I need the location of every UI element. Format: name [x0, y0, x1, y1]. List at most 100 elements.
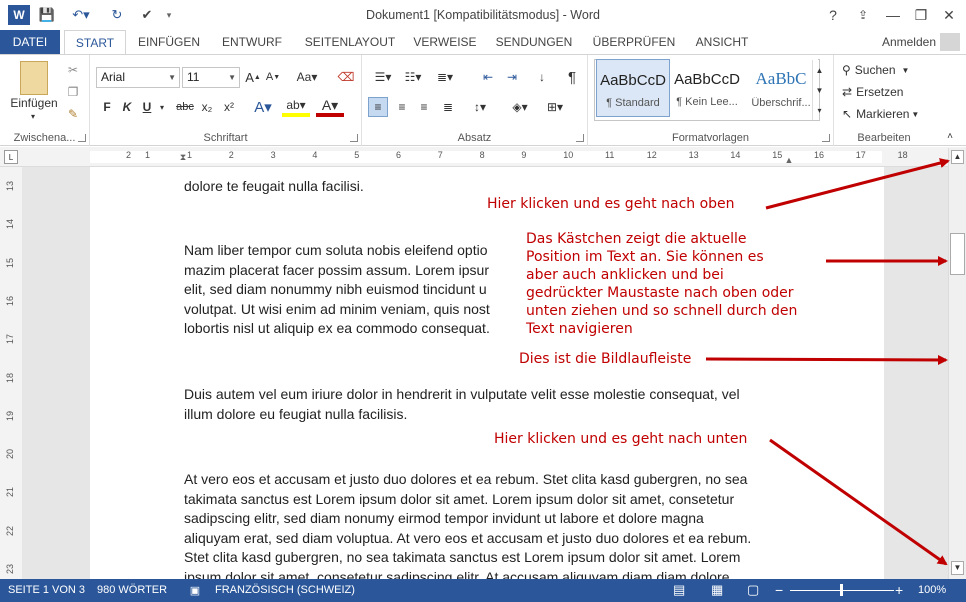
zoom-out-button[interactable]: −	[775, 582, 783, 598]
tab-ansicht[interactable]: ANSICHT	[688, 30, 756, 54]
sort-icon[interactable]: ↓	[532, 67, 552, 87]
show-formatting-marks-icon[interactable]: ¶	[562, 67, 582, 87]
styles-scroll-down-icon[interactable]: ▼	[812, 80, 826, 100]
right-indent-marker-icon[interactable]: ▲	[784, 155, 794, 165]
document-text-line[interactable]: Nam liber tempor cum soluta nobis eleife…	[184, 241, 488, 261]
shrink-font-icon[interactable]: A ▼	[264, 67, 282, 87]
vertical-scrollbar[interactable]: ▲ ▼	[948, 148, 966, 579]
replace-button[interactable]: ⇄ Ersetzen	[842, 83, 928, 101]
document-text-line[interactable]: At vero eos et accusam et justo duo dolo…	[184, 470, 747, 490]
document-text-line[interactable]: sadipscing elitr, sed diam nonumy eirmod…	[184, 509, 704, 529]
font-size-combo[interactable]: 11 ▼	[182, 67, 240, 88]
document-text-line[interactable]: volutpat. Ut wisi enim ad minim veniam, …	[184, 300, 490, 320]
align-right-icon[interactable]: ≡	[414, 97, 434, 117]
tab-seitenlayout[interactable]: SEITENLAYOUT	[298, 30, 402, 54]
increase-indent-icon[interactable]: ⇥	[502, 67, 522, 87]
font-launcher-icon[interactable]	[350, 134, 358, 142]
decrease-indent-icon[interactable]: ⇤	[478, 67, 498, 87]
tab-sendungen[interactable]: SENDUNGEN	[490, 30, 578, 54]
tab-ueberpruefen[interactable]: ÜBERPRÜFEN	[588, 30, 680, 54]
numbering-icon[interactable]: ☷▾	[400, 67, 426, 87]
zoom-level[interactable]: 100%	[918, 584, 946, 596]
paste-button[interactable]: Einfügen	[8, 95, 60, 111]
format-painter-icon[interactable]: ✎	[64, 105, 82, 123]
word-count[interactable]: 980 WÖRTER	[97, 584, 167, 596]
bold-button[interactable]: F	[98, 97, 116, 117]
borders-icon[interactable]: ⊞▾	[540, 97, 570, 117]
underline-button[interactable]: U	[138, 97, 156, 117]
text-effects-icon[interactable]: A▾	[250, 97, 276, 117]
zoom-slider-thumb[interactable]	[840, 584, 843, 596]
collapse-ribbon-icon[interactable]: ˄	[942, 129, 958, 143]
change-case-icon[interactable]: Aa▾	[294, 67, 320, 87]
document-text-line[interactable]: takimata sanctus est Lorem ipsum dolor s…	[184, 490, 734, 510]
style-no-spacing[interactable]: AaBbCcD ¶ Kein Lee...	[670, 59, 744, 117]
shading-icon[interactable]: ◈▾	[506, 97, 534, 117]
document-text-line[interactable]: Duis autem vel eum iriure dolor in hendr…	[184, 385, 740, 405]
underline-dropdown-icon[interactable]: ▾	[156, 97, 168, 117]
scroll-up-button[interactable]: ▲	[951, 150, 964, 164]
line-spacing-icon[interactable]: ↕▾	[466, 97, 494, 117]
style-standard[interactable]: AaBbCcD ¶ Standard	[596, 59, 670, 117]
subscript-button[interactable]: x₂	[198, 97, 216, 117]
document-text-line[interactable]: mazim placerat facer possim assum. Lorem…	[184, 261, 489, 281]
tab-verweise[interactable]: VERWEISE	[410, 30, 480, 54]
document-text-line[interactable]: illum dolore eu feugiat nulla facilisis.	[184, 405, 407, 425]
align-left-icon[interactable]: ≡	[368, 97, 388, 117]
align-center-icon[interactable]: ≡	[392, 97, 412, 117]
restore-button[interactable]: ❐	[908, 5, 934, 25]
bullets-icon[interactable]: ☰▾	[370, 67, 396, 87]
clear-formatting-icon[interactable]: ⌫	[336, 67, 356, 87]
justify-icon[interactable]: ≣	[438, 97, 458, 117]
multilevel-list-icon[interactable]: ≣▾	[430, 67, 460, 87]
highlight-color-icon[interactable]: ab▾	[282, 97, 310, 117]
paragraph-launcher-icon[interactable]	[576, 134, 584, 142]
avatar[interactable]	[940, 33, 960, 51]
select-button[interactable]: ↖ Markieren ▼	[842, 105, 928, 123]
font-size-dropdown-icon[interactable]: ▼	[228, 68, 236, 87]
print-layout-icon[interactable]: ▦	[711, 582, 723, 598]
ribbon-display-options-icon[interactable]: ⇪	[850, 5, 876, 25]
find-button[interactable]: ⚲ Suchen ▼	[842, 61, 928, 79]
tab-start[interactable]: START	[64, 30, 126, 55]
font-color-icon[interactable]: A▾	[316, 97, 344, 117]
paste-dropdown-icon[interactable]: ▾	[26, 111, 40, 121]
scroll-down-button[interactable]: ▼	[951, 561, 964, 575]
grow-font-icon[interactable]: A ▲	[244, 67, 262, 87]
read-mode-icon[interactable]: ▤	[673, 582, 685, 598]
document-text-line[interactable]: lobortis nisl ut aliquip ex ea commodo c…	[184, 319, 490, 339]
font-name-dropdown-icon[interactable]: ▼	[168, 68, 176, 87]
document-text-line[interactable]: ipsum dolor sit amet, consetetur sadipsc…	[184, 568, 729, 580]
close-button[interactable]: ✕	[936, 5, 962, 25]
web-layout-icon[interactable]: ▢	[747, 582, 759, 598]
document-text-line[interactable]: aliquyam erat, sed diam voluptua. At ver…	[184, 529, 751, 549]
tab-datei[interactable]: DATEI	[0, 30, 60, 54]
scroll-thumb[interactable]	[950, 233, 965, 275]
minimize-button[interactable]: —	[880, 5, 906, 25]
strikethrough-button[interactable]: abc	[174, 97, 196, 117]
styles-launcher-icon[interactable]	[822, 134, 830, 142]
paste-icon[interactable]	[20, 61, 48, 95]
language-indicator[interactable]: FRANZÖSISCH (SCHWEIZ)	[215, 584, 355, 596]
font-name-combo[interactable]: Arial ▼	[96, 67, 180, 88]
tab-entwurf[interactable]: ENTWURF	[214, 30, 290, 54]
page-count[interactable]: SEITE 1 VON 3	[8, 584, 85, 596]
tab-selector-icon[interactable]: L	[4, 150, 18, 164]
help-button[interactable]: ?	[820, 5, 846, 25]
styles-more-icon[interactable]: ▾	[812, 100, 826, 120]
style-heading[interactable]: AaBbC Überschrif...	[744, 59, 818, 117]
copy-icon[interactable]: ❐	[64, 83, 82, 101]
document-text-line[interactable]: Stet clita kasd gubergren, no sea takima…	[184, 548, 740, 568]
document-page[interactable]: dolore te feugait nulla facilisi. Nam lib…	[90, 167, 884, 579]
styles-scroll-up-icon[interactable]: ▲	[812, 60, 826, 80]
proofing-icon[interactable]: ▣	[184, 584, 206, 597]
clipboard-launcher-icon[interactable]	[78, 134, 86, 142]
tab-einfuegen[interactable]: EINFÜGEN	[132, 30, 206, 54]
document-text-line[interactable]: elit, sed diam nonummy nibh euismod tinc…	[184, 280, 487, 300]
indent-marker-icon[interactable]: ⧗	[178, 148, 188, 166]
document-text-line[interactable]: dolore te feugait nulla facilisi.	[184, 177, 364, 197]
italic-button[interactable]: K	[118, 97, 136, 117]
zoom-in-button[interactable]: +	[895, 582, 903, 598]
cut-icon[interactable]: ✂	[64, 61, 82, 79]
superscript-button[interactable]: x²	[220, 97, 238, 117]
